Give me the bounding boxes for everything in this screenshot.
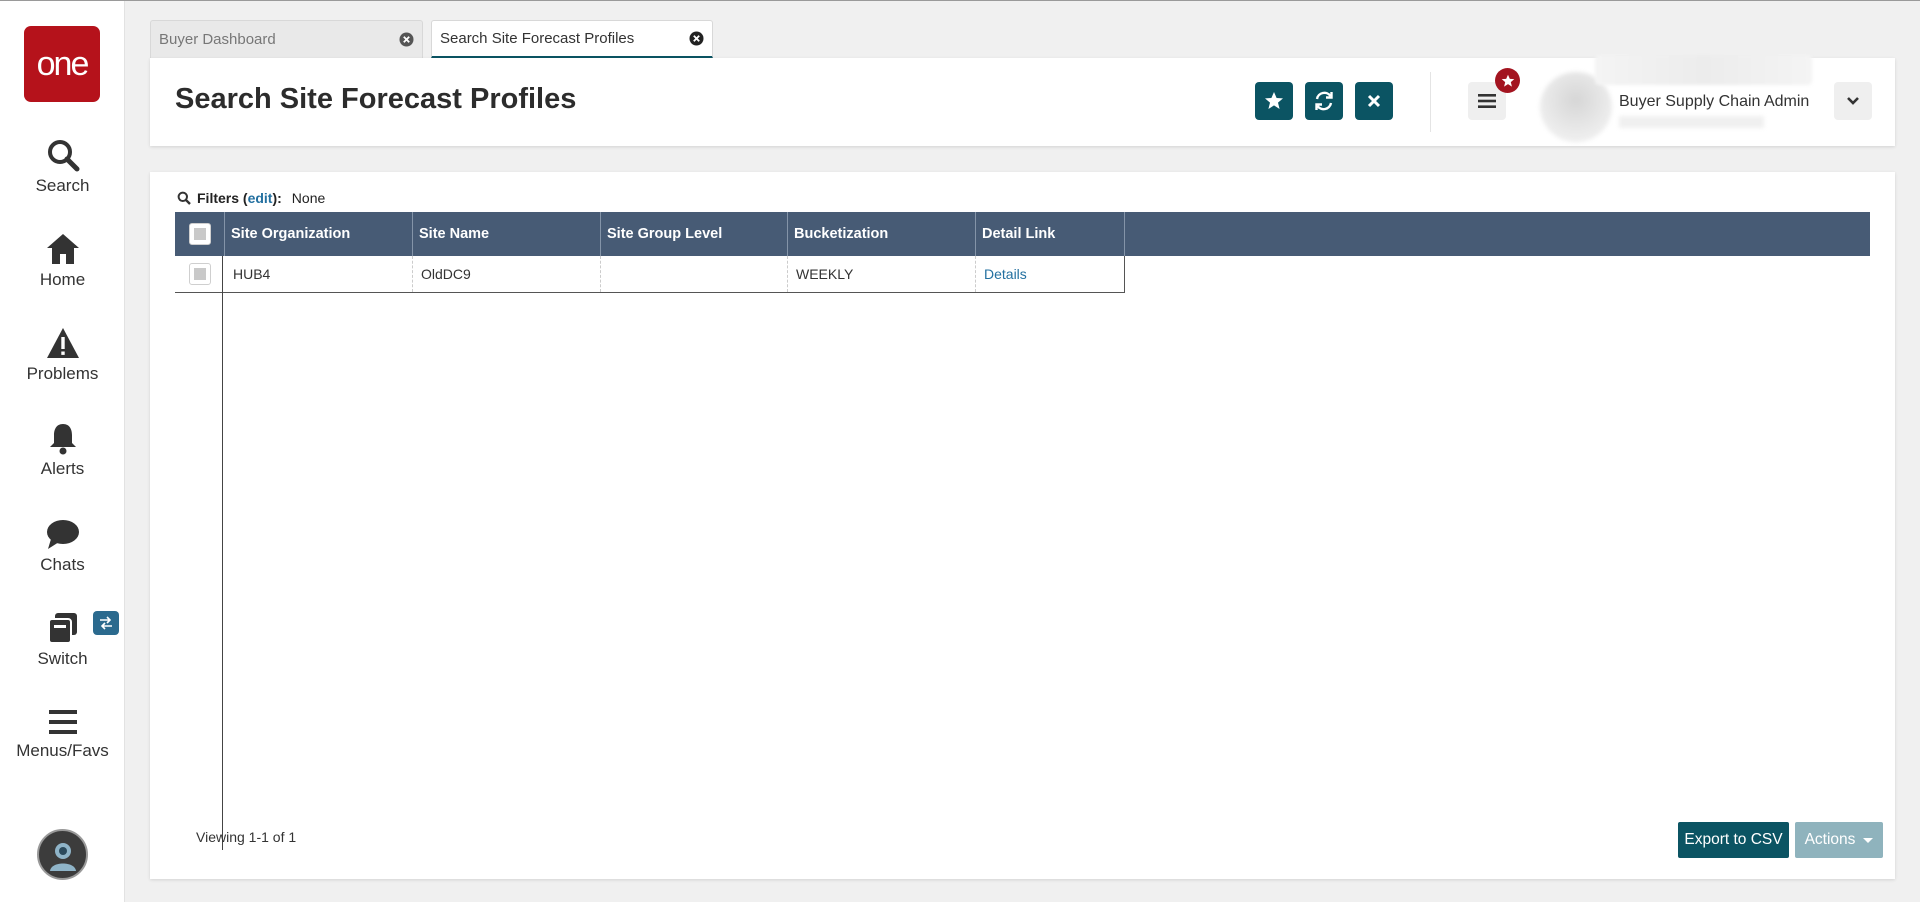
star-icon (1501, 74, 1514, 87)
search-icon (177, 191, 191, 205)
refresh-button[interactable] (1305, 82, 1343, 120)
sidebar-item-label: Chats (40, 555, 85, 574)
select-all-checkbox[interactable] (188, 223, 211, 245)
user-org-redacted (1619, 116, 1764, 128)
refresh-icon (1315, 91, 1333, 111)
caret-down-icon (1863, 837, 1874, 843)
column-header-bucketization[interactable]: Bucketization (788, 212, 976, 256)
filters-bar: Filters (edit): None (177, 190, 325, 206)
cell-site-group-level (601, 256, 788, 292)
favorites-badge[interactable] (1495, 68, 1520, 93)
header-divider (1430, 72, 1431, 132)
sidebar-item-label: Search (35, 176, 90, 195)
sidebar-item-label: Problems (26, 364, 99, 383)
user-role: Buyer Supply Chain Admin (1619, 93, 1810, 110)
user-avatar[interactable] (37, 829, 88, 880)
results-panel: Filters (edit): None Site Organization S… (150, 172, 1895, 879)
close-tab-icon[interactable] (689, 31, 704, 46)
page-title: Search Site Forecast Profiles (175, 83, 577, 115)
star-icon (1265, 92, 1283, 109)
row-checkbox[interactable] (189, 263, 211, 285)
sidebar-item-menus-favs[interactable]: Menus/Favs (0, 707, 125, 761)
pagination-status: Viewing 1-1 of 1 (196, 829, 297, 845)
sidebar-item-label: Home (39, 270, 86, 289)
warning-icon (46, 328, 79, 358)
export-csv-button[interactable]: Export to CSV (1678, 822, 1789, 858)
actions-label: Actions (1804, 831, 1856, 848)
filters-value: None (291, 190, 326, 206)
switch-badge[interactable] (93, 611, 119, 635)
close-icon (1367, 94, 1381, 108)
sidebar-item-label: Menus/Favs (16, 741, 109, 760)
select-all-header (175, 212, 225, 256)
assistant-avatar-icon (49, 842, 76, 871)
swap-arrows-icon (100, 616, 112, 630)
app-logo[interactable]: one (24, 26, 100, 102)
close-page-button[interactable] (1355, 82, 1393, 120)
chat-bubble-icon (46, 520, 79, 549)
cell-bucketization: WEEKLY (788, 256, 976, 292)
filters-edit-link[interactable]: edit (248, 190, 273, 206)
sidebar-item-problems[interactable]: Problems (0, 326, 125, 384)
tab-search-site-forecast-profiles[interactable]: Search Site Forecast Profiles (431, 20, 713, 58)
grid-divider-line (222, 256, 223, 850)
actions-dropdown-button[interactable]: Actions (1795, 822, 1883, 858)
sidebar-item-label: Alerts (40, 459, 85, 478)
cell-site-name: OldDC9 (413, 256, 601, 292)
switch-icon (47, 613, 77, 644)
cell-detail-link: Details (976, 256, 1125, 292)
sidebar-item-alerts[interactable]: Alerts (0, 421, 125, 479)
menu-icon (1478, 94, 1496, 108)
page-header: Search Site Forecast Profiles Buyer Supp… (150, 55, 1895, 146)
tab-label: Search Site Forecast Profiles (440, 30, 635, 47)
column-header-site-group-level[interactable]: Site Group Level (601, 212, 788, 256)
sidebar-item-chats[interactable]: Chats (0, 517, 125, 575)
tab-buyer-dashboard[interactable]: Buyer Dashboard (150, 20, 423, 58)
filters-label: Filters (edit): (197, 190, 282, 206)
search-icon (47, 140, 79, 172)
bell-icon (49, 424, 76, 455)
details-link[interactable]: Details (984, 266, 1027, 282)
sidebar-item-search[interactable]: Search (0, 138, 125, 196)
table-header: Site Organization Site Name Site Group L… (175, 212, 1870, 256)
sidebar-item-label: Switch (37, 649, 88, 668)
column-header-detail-link[interactable]: Detail Link (976, 212, 1125, 256)
column-header-site-name[interactable]: Site Name (413, 212, 601, 256)
favorite-button[interactable] (1255, 82, 1293, 120)
logo-text: one (36, 44, 90, 83)
tab-label: Buyer Dashboard (159, 31, 276, 48)
column-header-site-organization[interactable]: Site Organization (225, 212, 413, 256)
home-icon (46, 234, 79, 264)
filters-label-text: Filters (197, 190, 240, 206)
table-row[interactable]: HUB4 OldDC9 WEEKLY Details (175, 256, 1125, 293)
user-name-redacted (1595, 55, 1812, 85)
user-menu-toggle[interactable] (1834, 82, 1872, 120)
left-sidebar: one Search Home Problems Alerts Chats Sw… (0, 1, 125, 902)
hamburger-icon (48, 710, 77, 734)
sidebar-item-home[interactable]: Home (0, 232, 125, 290)
cell-site-organization: HUB4 (225, 256, 413, 292)
chevron-down-icon (1847, 97, 1859, 105)
row-select-cell (175, 256, 225, 292)
close-tab-icon[interactable] (399, 32, 414, 47)
